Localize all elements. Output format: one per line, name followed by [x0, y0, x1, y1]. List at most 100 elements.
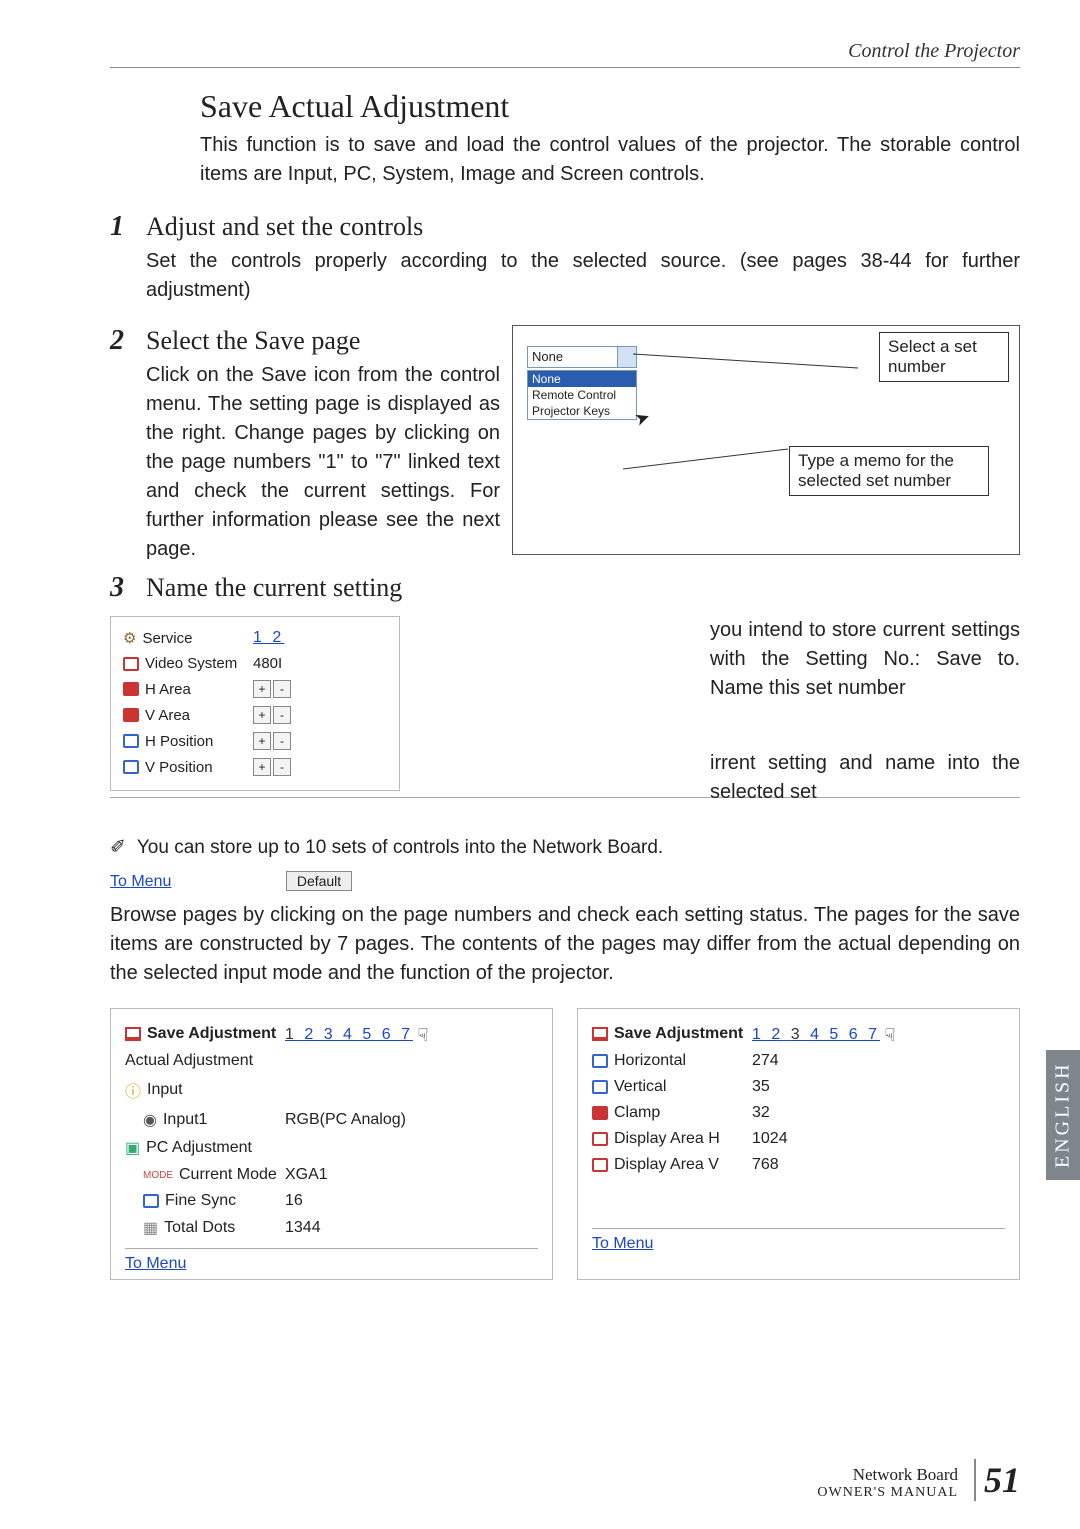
- section-title: Save Actual Adjustment: [200, 88, 1020, 125]
- video-icon: [123, 657, 139, 671]
- minus-button[interactable]: -: [273, 706, 291, 724]
- clamp-icon: [592, 1106, 608, 1120]
- dropdown-option-none[interactable]: None: [528, 371, 636, 387]
- browse-description: Browse pages by clicking on the page num…: [110, 901, 1020, 988]
- total-dots-value: 1344: [285, 1219, 538, 1237]
- callout-select-set: Select a set number: [879, 332, 1009, 382]
- callout-line-2: [623, 434, 793, 474]
- step-3-title: Name the current setting: [146, 573, 402, 603]
- globe-icon: ◉: [143, 1110, 157, 1130]
- to-menu-link[interactable]: To Menu: [110, 873, 171, 890]
- v-position-icon: [123, 760, 139, 774]
- plus-button[interactable]: +: [253, 732, 271, 750]
- card-a-title: Save Adjustment: [125, 1025, 285, 1043]
- v-area-icon: [123, 708, 139, 722]
- dropdown-option-keys[interactable]: Projector Keys: [528, 403, 636, 419]
- card-a-pages[interactable]: 1 2 3 4 5 6 7 ☟: [285, 1023, 538, 1044]
- section-intro: This function is to save and load the co…: [200, 131, 1020, 189]
- display-v-icon: [592, 1158, 608, 1172]
- callout-line-1: [633, 350, 863, 380]
- video-system-value: 480I: [253, 655, 387, 672]
- footer-manual: OWNER'S MANUAL: [817, 1485, 958, 1501]
- gear-icon: ⚙: [123, 629, 136, 647]
- display-h-icon: [592, 1132, 608, 1146]
- step-3-body-b: irrent setting and name into the selecte…: [710, 752, 1020, 803]
- save-adjustment-card-2: Save Adjustment 1 2 3 4 5 6 7 ☟ Horizont…: [577, 1008, 1020, 1280]
- current-mode-label: MODE Current Mode: [125, 1166, 285, 1184]
- step-1-header: 1 Adjust and set the controls: [110, 211, 1020, 243]
- current-mode-value: XGA1: [285, 1166, 538, 1184]
- fine-sync-icon: [143, 1194, 159, 1208]
- input1-label: ◉ Input1: [125, 1110, 285, 1130]
- hand-cursor-icon: ☟: [884, 1025, 895, 1046]
- step-2-body: Click on the Save icon from the control …: [146, 361, 500, 564]
- plus-button[interactable]: +: [253, 680, 271, 698]
- display-area-v-label: Display Area V: [592, 1156, 752, 1174]
- to-menu-link[interactable]: To Menu: [592, 1235, 653, 1252]
- input-group-label: ⓘ Input: [125, 1078, 285, 1102]
- h-position-stepper[interactable]: + -: [253, 732, 387, 750]
- vertical-label: Vertical: [592, 1078, 752, 1096]
- fine-sync-value: 16: [285, 1192, 538, 1210]
- v-position-stepper[interactable]: + -: [253, 758, 387, 776]
- minus-button[interactable]: -: [273, 758, 291, 776]
- hand-cursor-icon: ☟: [417, 1025, 428, 1046]
- clamp-value: 32: [752, 1104, 1005, 1122]
- vertical-icon: [592, 1080, 608, 1094]
- h-area-icon: [123, 682, 139, 696]
- h-position-icon: [123, 734, 139, 748]
- breadcrumb: Control the Projector: [110, 40, 1020, 68]
- minus-button[interactable]: -: [273, 732, 291, 750]
- horizontal-label: Horizontal: [592, 1052, 752, 1070]
- horizontal-icon: [592, 1054, 608, 1068]
- card-b-pages[interactable]: 1 2 3 4 5 6 7 ☟: [752, 1023, 1005, 1044]
- v-area-stepper[interactable]: + -: [253, 706, 387, 724]
- monitor-icon: ▣: [125, 1138, 140, 1158]
- step-1-title: Adjust and set the controls: [146, 212, 423, 242]
- display-area-h-value: 1024: [752, 1130, 1005, 1148]
- v-area-label: V Area: [123, 707, 253, 724]
- save-adjustment-card-1: Save Adjustment 1 2 3 4 5 6 7 ☟ Actual A…: [110, 1008, 553, 1280]
- minus-button[interactable]: -: [273, 680, 291, 698]
- footer-product: Network Board: [817, 1465, 958, 1485]
- card-b-title: Save Adjustment: [592, 1025, 752, 1043]
- service-pages[interactable]: 1 2: [253, 629, 387, 647]
- input1-value: RGB(PC Analog): [285, 1111, 538, 1129]
- plus-button[interactable]: +: [253, 758, 271, 776]
- set-number-dropdown[interactable]: None: [527, 346, 637, 368]
- divider: [125, 1248, 538, 1249]
- service-label: ⚙ Service: [123, 629, 253, 647]
- callout-memo: Type a memo for the selected set number: [789, 446, 989, 496]
- display-area-v-value: 768: [752, 1156, 1005, 1174]
- plus-button[interactable]: +: [253, 706, 271, 724]
- dots-icon: ▦: [143, 1218, 158, 1238]
- h-area-stepper[interactable]: + -: [253, 680, 387, 698]
- info-icon: ⓘ: [125, 1078, 141, 1102]
- page-footer: Network Board OWNER'S MANUAL 51: [817, 1459, 1020, 1501]
- v-position-label: V Position: [123, 759, 253, 776]
- dropdown-option-remote[interactable]: Remote Control: [528, 387, 636, 403]
- horizontal-value: 274: [752, 1052, 1005, 1070]
- h-position-label: H Position: [123, 733, 253, 750]
- clamp-label: Clamp: [592, 1104, 752, 1122]
- vertical-value: 35: [752, 1078, 1005, 1096]
- video-system-label: Video System: [123, 655, 253, 672]
- step-2-number: 2: [110, 325, 134, 357]
- service-mini-card: ⚙ Service 1 2 Video System 480I H Area +…: [110, 616, 400, 791]
- save-icon: [125, 1027, 141, 1041]
- total-dots-label: ▦ Total Dots: [125, 1218, 285, 1238]
- actual-adjustment-label: Actual Adjustment: [125, 1052, 285, 1070]
- language-tab-english: ENGLISH: [1046, 1050, 1080, 1180]
- display-area-h-label: Display Area H: [592, 1130, 752, 1148]
- to-menu-link[interactable]: To Menu: [125, 1255, 186, 1272]
- save-panel-screenshot: None None Remote Control Projector Keys …: [512, 325, 1020, 555]
- set-number-dropdown-list[interactable]: None Remote Control Projector Keys: [527, 370, 637, 420]
- default-button[interactable]: Default: [286, 871, 352, 891]
- note-icon: ✐: [110, 837, 126, 858]
- storage-note: ✐ You can store up to 10 sets of control…: [110, 822, 1020, 859]
- fine-sync-label: Fine Sync: [125, 1192, 285, 1210]
- step-3-header: 3 Name the current setting: [110, 572, 500, 604]
- step-1-number: 1: [110, 211, 134, 243]
- pc-adjustment-label: ▣ PC Adjustment: [125, 1138, 285, 1158]
- save-icon: [592, 1027, 608, 1041]
